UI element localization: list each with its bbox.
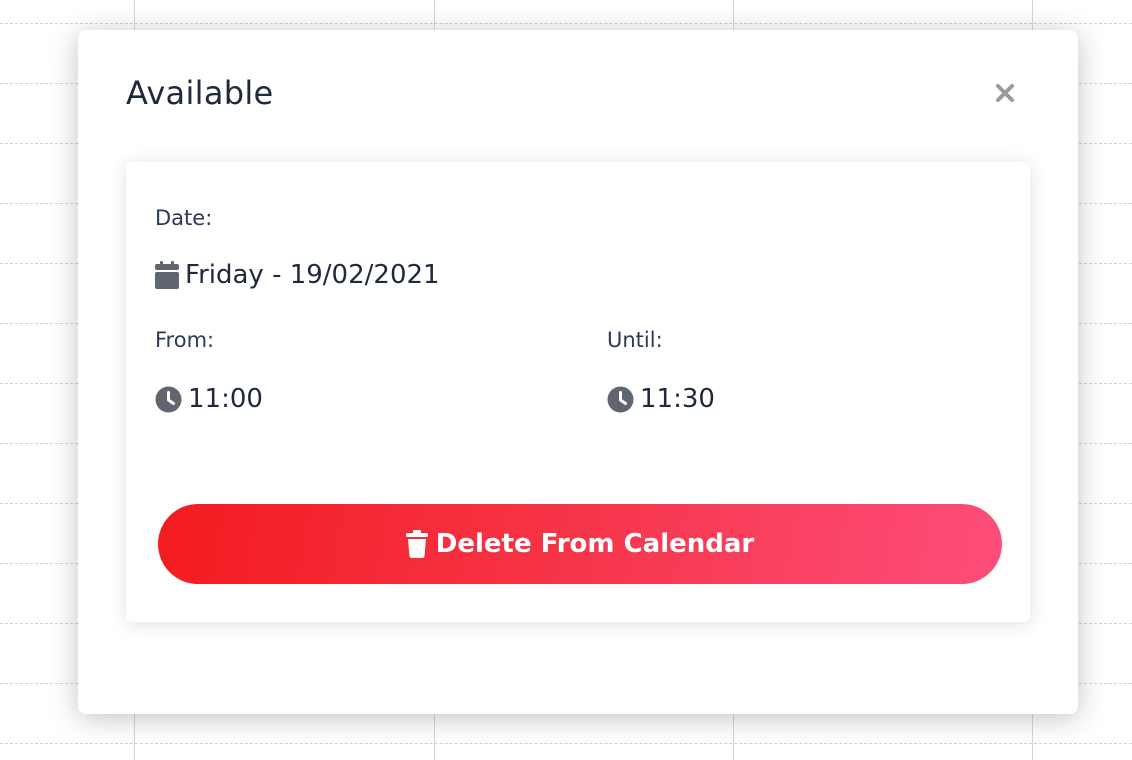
clock-icon: [155, 386, 182, 413]
event-modal: Available Date: Friday - 19/02/2021 From…: [78, 30, 1078, 714]
close-icon: [996, 84, 1014, 102]
delete-button-label: Delete From Calendar: [435, 529, 755, 559]
clock-icon: [607, 386, 634, 413]
until-value: 11:30: [640, 384, 715, 414]
grid-row-line: [0, 743, 1132, 744]
from-label: From:: [155, 328, 215, 352]
date-value-row: Friday - 19/02/2021: [155, 260, 440, 290]
from-value-row: 11:00: [155, 384, 263, 414]
date-value: Friday - 19/02/2021: [185, 260, 440, 290]
modal-title: Available: [126, 74, 274, 112]
from-value: 11:00: [188, 384, 263, 414]
date-label: Date:: [155, 206, 213, 230]
until-label: Until:: [607, 328, 663, 352]
close-button[interactable]: [992, 80, 1018, 106]
trash-icon: [405, 530, 428, 558]
event-details-card: Date: Friday - 19/02/2021 From: 11:00 Un…: [126, 162, 1030, 622]
delete-from-calendar-button[interactable]: Delete From Calendar: [158, 504, 1002, 584]
grid-row-line: [0, 23, 1132, 24]
calendar-icon: [155, 261, 179, 289]
until-value-row: 11:30: [607, 384, 715, 414]
